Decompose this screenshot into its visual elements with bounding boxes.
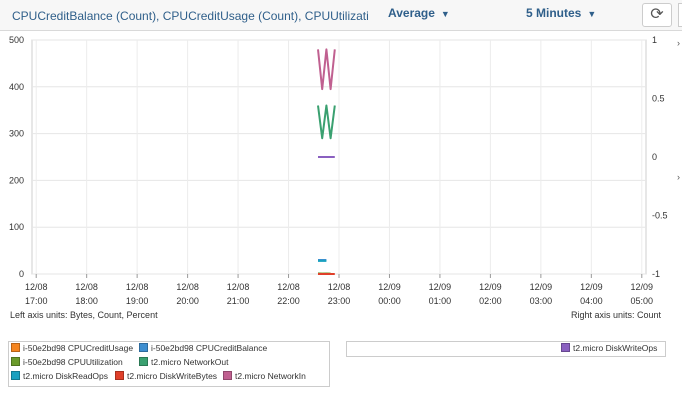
x-tick-label-date: 12/09 — [479, 282, 502, 292]
legend-swatch — [139, 357, 148, 366]
side-panel-button[interactable] — [678, 3, 682, 27]
x-tick-label-date: 12/09 — [378, 282, 401, 292]
x-tick-label-time: 18:00 — [75, 296, 98, 306]
x-tick-label-date: 12/08 — [75, 282, 98, 292]
x-tick-label-date: 12/08 — [227, 282, 250, 292]
right-tick-label: -1 — [652, 269, 660, 279]
legend-item[interactable]: i-50e2bd98 CPUCreditBalance — [139, 343, 267, 354]
legend-item[interactable]: t2.micro DiskReadOps — [11, 371, 108, 382]
refresh-icon: ⟳ — [650, 6, 664, 23]
legend-label: t2.micro NetworkOut — [151, 357, 229, 367]
legend-swatch — [139, 343, 148, 352]
legend-swatch — [11, 357, 20, 366]
legend-item[interactable]: t2.micro DiskWriteOps — [561, 343, 657, 354]
legend-item[interactable]: t2.micro NetworkOut — [139, 357, 228, 368]
x-tick-label-time: 04:00 — [580, 296, 603, 306]
chart-title: CPUCreditBalance (Count), CPUCreditUsage… — [12, 9, 368, 23]
x-tick-label-date: 12/09 — [530, 282, 553, 292]
x-tick-label-date: 12/09 — [631, 282, 654, 292]
x-tick-label-date: 12/09 — [580, 282, 603, 292]
legend-left: i-50e2bd98 CPUCreditUsage i-50e2bd98 CPUC… — [8, 341, 330, 387]
x-tick-label-time: 02:00 — [479, 296, 502, 306]
legend-swatch — [11, 343, 20, 352]
left-tick-label: 0 — [19, 269, 24, 279]
legend-label: i-50e2bd98 CPUCreditBalance — [151, 343, 268, 353]
legend-label: t2.micro DiskReadOps — [23, 371, 109, 381]
chart-header: CPUCreditBalance (Count), CPUCreditUsage… — [0, 0, 682, 31]
statistic-dropdown[interactable]: Average ▼ — [388, 6, 450, 20]
left-tick-label: 500 — [9, 35, 24, 45]
chevron-down-icon: ▼ — [587, 9, 597, 19]
right-tick-label: 0.5 — [652, 94, 665, 104]
x-tick-label-time: 22:00 — [277, 296, 300, 306]
left-tick-label: 200 — [9, 175, 24, 185]
legend-label: i-50e2bd98 CPUCreditUsage — [23, 343, 134, 353]
x-tick-label-time: 19:00 — [126, 296, 149, 306]
x-tick-label-date: 12/08 — [176, 282, 199, 292]
legend-swatch — [561, 343, 570, 352]
period-dropdown[interactable]: 5 Minutes ▼ — [526, 6, 596, 20]
right-tick-label: 0 — [652, 152, 657, 162]
legend-swatch — [11, 371, 20, 380]
legend-label: i-50e2bd98 CPUUtilization — [23, 357, 123, 367]
x-tick-label-date: 12/08 — [277, 282, 300, 292]
series-line-t2-micro-networkin — [317, 48, 336, 91]
right-tick-label: -0.5 — [652, 211, 668, 221]
x-tick-label-time: 03:00 — [530, 296, 553, 306]
left-tick-label: 300 — [9, 129, 24, 139]
legend-item[interactable]: i-50e2bd98 CPUUtilization — [11, 357, 123, 368]
x-tick-label-date: 12/08 — [126, 282, 149, 292]
x-tick-label-time: 17:00 — [25, 296, 48, 306]
x-tick-label-time: 20:00 — [176, 296, 199, 306]
x-tick-label-time: 01:00 — [429, 296, 452, 306]
legend-swatch — [223, 371, 232, 380]
legend-swatch — [115, 371, 124, 380]
right-axis-units: Right axis units: Count — [570, 310, 661, 320]
x-tick-label-time: 21:00 — [227, 296, 250, 306]
statistic-label: Average — [388, 6, 435, 20]
x-tick-label-date: 12/08 — [328, 282, 351, 292]
x-tick-label-date: 12/08 — [25, 282, 48, 292]
legend-label: t2.micro DiskWriteOps — [573, 343, 658, 353]
x-tick-label-time: 23:00 — [328, 296, 351, 306]
legend-item[interactable]: i-50e2bd98 CPUCreditUsage — [11, 343, 133, 354]
legend-item[interactable]: t2.micro NetworkIn — [223, 371, 306, 382]
x-tick-label-time: 00:00 — [378, 296, 401, 306]
legend-label: t2.micro NetworkIn — [235, 371, 306, 381]
legend-right: t2.micro DiskWriteOps — [346, 341, 666, 357]
chevron-down-icon: ▼ — [440, 9, 450, 19]
right-tick-label: 1 — [652, 35, 657, 45]
refresh-button[interactable]: ⟳ — [642, 3, 672, 27]
left-axis-units: Left axis units: Bytes, Count, Percent — [10, 310, 158, 320]
left-tick-label: 100 — [9, 222, 24, 232]
legend-label: t2.micro DiskWriteBytes — [127, 371, 218, 381]
left-tick-label: 400 — [9, 82, 24, 92]
chart-area: 0 100 200 300 400 500 -1 -0.5 0 0.5 1 12/08 17:00 12/… — [9, 35, 668, 306]
x-tick-label-time: 05:00 — [631, 296, 654, 306]
legend-item[interactable]: t2.micro DiskWriteBytes — [115, 371, 217, 382]
period-label: 5 Minutes — [526, 6, 582, 20]
x-tick-label-date: 12/09 — [429, 282, 452, 292]
